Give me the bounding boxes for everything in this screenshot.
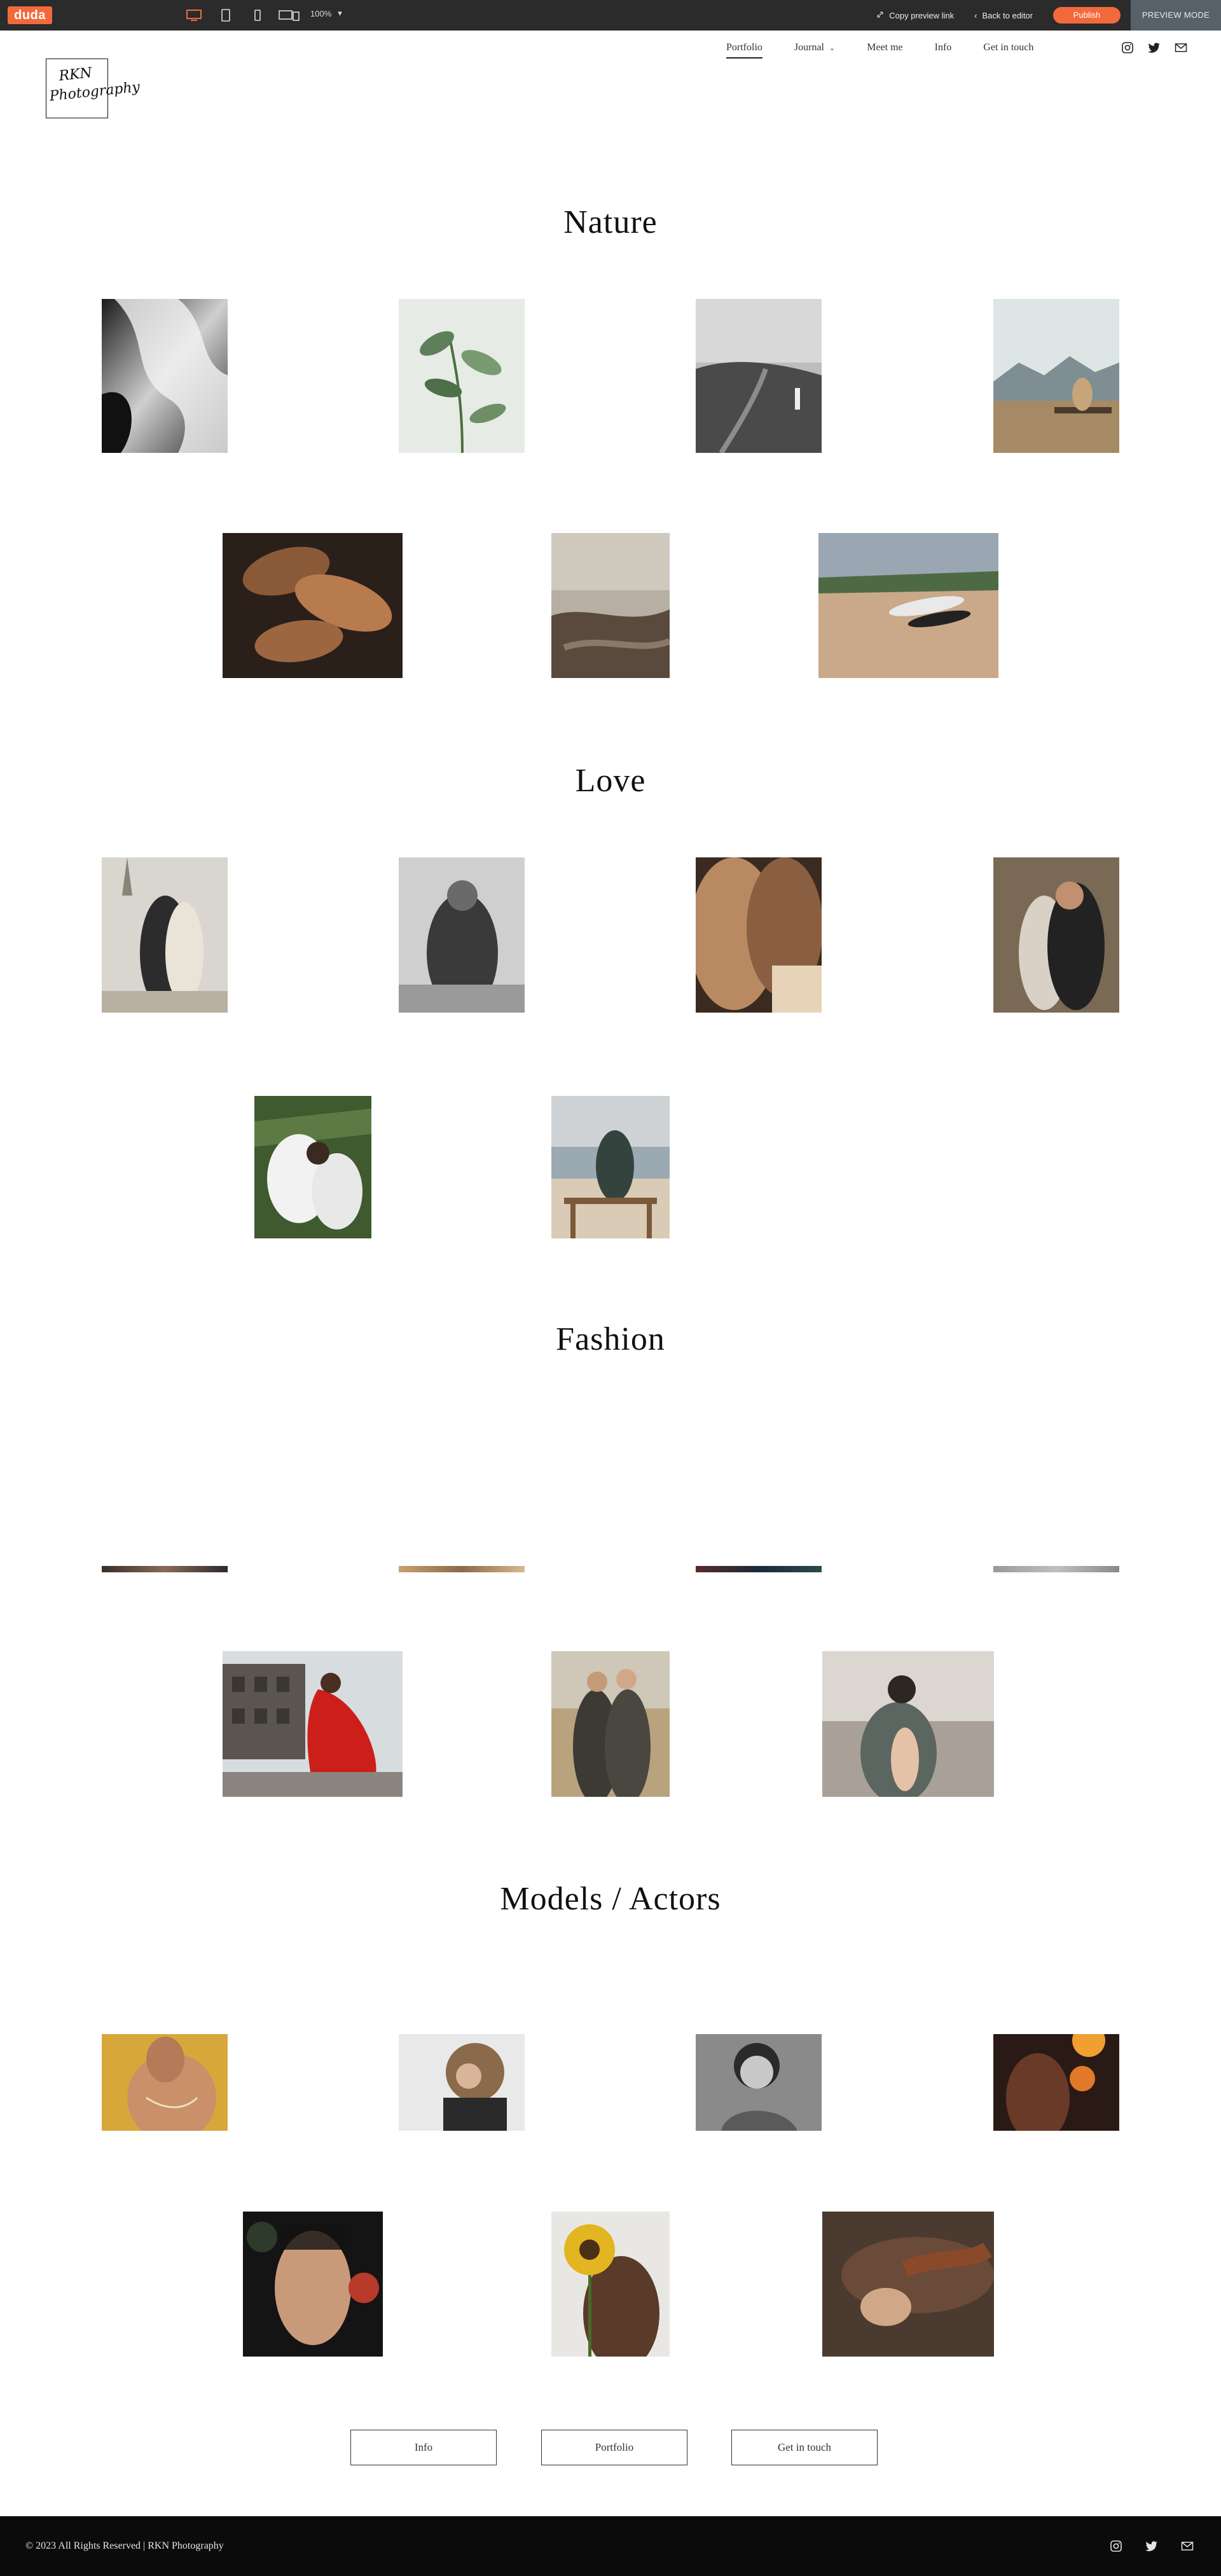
nature-photo-mountain-bench[interactable] [993, 299, 1119, 453]
section-title-models-actors: Models / Actors [500, 1881, 721, 1917]
fashion-photo-red-coat[interactable] [223, 1651, 403, 1797]
fashion-photo-beach-model[interactable] [822, 1651, 994, 1797]
fashion-photo-2[interactable] [399, 1566, 525, 1572]
chevron-left-icon: ‹ [974, 10, 977, 20]
nav-meet-me[interactable]: Meet me [867, 42, 902, 53]
section-title-nature: Nature [563, 204, 658, 240]
header-social-links [1121, 41, 1188, 55]
publish-button[interactable]: Publish [1053, 7, 1121, 24]
models-photo-curly-hair[interactable] [399, 2034, 525, 2131]
preview-mode-badge: PREVIEW MODE [1131, 0, 1221, 31]
info-button[interactable]: Info [350, 2430, 497, 2465]
site-footer: © 2023 All Rights Reserved | RKN Photogr… [0, 2516, 1221, 2576]
models-photo-bw-portrait[interactable] [696, 2034, 822, 2131]
models-photo-flowers[interactable] [243, 2212, 383, 2357]
instagram-icon[interactable] [1121, 41, 1135, 55]
site-logo[interactable]: RKN Photography [46, 59, 141, 118]
models-photo-yellow[interactable] [102, 2034, 228, 2131]
nature-photo-canyon[interactable] [102, 299, 228, 453]
main-nav: Portfolio Journal ⌄ Meet me Info Get in t… [726, 42, 1065, 59]
tablet-view-icon[interactable] [210, 6, 242, 24]
twitter-icon[interactable] [1147, 41, 1161, 55]
copyright-text: © 2023 All Rights Reserved | RKN Photogr… [25, 2540, 224, 2551]
nature-photo-hill-path[interactable] [696, 299, 822, 453]
mail-icon[interactable] [1174, 41, 1188, 55]
zoom-selector[interactable]: 100% ▾ [310, 8, 342, 18]
nav-get-in-touch[interactable]: Get in touch [983, 42, 1033, 53]
nav-portfolio[interactable]: Portfolio [726, 42, 762, 59]
twitter-icon[interactable] [1145, 2539, 1159, 2553]
fashion-photo-two-models[interactable] [551, 1651, 670, 1797]
chevron-down-icon: ▾ [338, 8, 342, 18]
models-photo-orange[interactable] [993, 2034, 1119, 2131]
fashion-photo-4[interactable] [993, 1566, 1119, 1572]
get-in-touch-button[interactable]: Get in touch [731, 2430, 878, 2465]
section-title-love: Love [575, 763, 646, 799]
love-photo-eiffel-couple[interactable] [102, 857, 228, 1013]
link-icon [876, 11, 884, 20]
models-photo-lying-model[interactable] [822, 2212, 994, 2357]
fashion-photo-1[interactable] [102, 1566, 228, 1572]
copy-preview-link-button[interactable]: Copy preview link [876, 11, 954, 20]
back-to-editor-label: Back to editor [982, 10, 1033, 20]
nav-journal-label: Journal [794, 42, 824, 53]
nature-photo-leaves[interactable] [399, 299, 525, 453]
models-photo-sunflower[interactable] [551, 2212, 670, 2357]
section-title-fashion: Fashion [556, 1321, 665, 1357]
love-photo-grass-lying[interactable] [254, 1096, 371, 1238]
portfolio-button[interactable]: Portfolio [541, 2430, 687, 2465]
mobile-view-icon[interactable] [242, 6, 273, 24]
device-switcher [178, 6, 305, 24]
nature-photo-couple-dune[interactable] [818, 533, 998, 678]
love-photo-close-kiss[interactable] [696, 857, 822, 1013]
love-photo-bw-hug[interactable] [399, 857, 525, 1013]
nature-photo-rocky-shore[interactable] [551, 533, 670, 678]
multi-device-icon[interactable] [273, 6, 305, 24]
zoom-value: 100% [310, 8, 332, 18]
editor-toolbar: duda 100% ▾ Copy preview link ‹ Back to … [0, 0, 1221, 31]
fashion-photo-3[interactable] [696, 1566, 822, 1572]
desktop-view-icon[interactable] [178, 6, 210, 24]
love-photo-embrace[interactable] [993, 857, 1119, 1013]
back-to-editor-button[interactable]: ‹ Back to editor [974, 11, 1033, 20]
instagram-icon[interactable] [1109, 2539, 1123, 2553]
nav-info[interactable]: Info [935, 42, 952, 53]
nature-photo-autumn-leaves[interactable] [223, 533, 403, 678]
chevron-down-icon: ⌄ [829, 45, 836, 52]
duda-logo[interactable]: duda [8, 6, 52, 24]
mail-icon[interactable] [1180, 2539, 1194, 2553]
footer-social-links [1109, 2539, 1194, 2553]
love-photo-beach-bench[interactable] [551, 1096, 670, 1238]
copy-preview-link-label: Copy preview link [889, 10, 955, 20]
nav-journal[interactable]: Journal ⌄ [794, 42, 835, 53]
